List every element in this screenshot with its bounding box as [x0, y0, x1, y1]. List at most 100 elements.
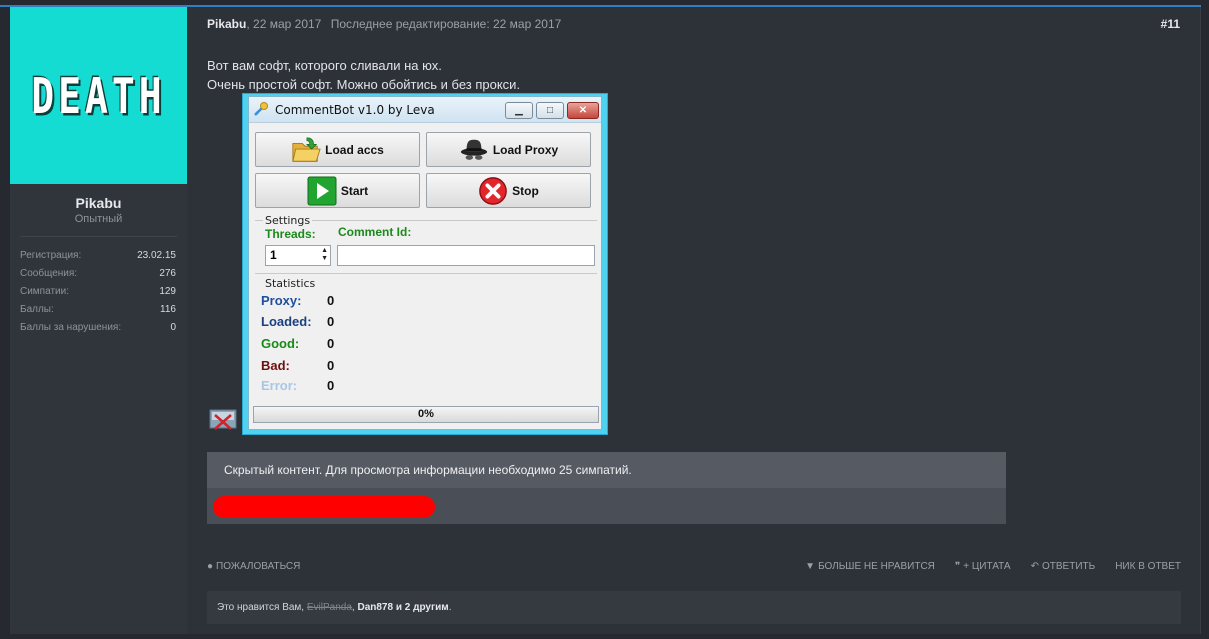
likes-end: . — [448, 602, 452, 613]
stat-value: 0 — [327, 378, 335, 393]
reply-icon: ↶ — [1030, 561, 1039, 572]
start-button[interactable]: Start — [255, 173, 420, 208]
post-body: Вот вам софт, которого сливали на юх. Оч… — [207, 56, 520, 94]
stat-error: Error: 0 — [261, 378, 334, 393]
load-proxy-label: Load Proxy — [492, 142, 559, 157]
stat-label: Bad: — [261, 358, 290, 373]
play-icon — [307, 176, 337, 206]
actions-right: ▼ БОЛЬШЕ НЕ НРАВИТСЯ ❞ + ЦИТАТА ↶ ОТВЕТИТЬ … — [805, 561, 1181, 572]
stat-value: 0 — [170, 322, 176, 333]
threads-label: Threads: — [265, 227, 316, 241]
minimize-button[interactable]: ▁ — [505, 102, 533, 119]
stat-value: 116 — [160, 304, 176, 315]
hidden-content-block: Скрытый контент. Для просмотра информаци… — [207, 452, 1006, 524]
like-user-link[interactable]: Dan878 — [357, 602, 393, 613]
stop-label: Stop — [512, 183, 539, 198]
reply-link[interactable]: ↶ ОТВЕТИТЬ — [1031, 561, 1096, 572]
stat-value[interactable]: 276 — [159, 265, 176, 283]
dislike-label: БОЛЬШЕ НЕ НРАВИТСЯ — [818, 561, 935, 572]
stat-label: Баллы за нарушения: — [20, 322, 122, 333]
progress-bar: 0% — [253, 406, 599, 423]
user-sidebar: DEATH Pikabu Опытный Регистрация: 23.02.1… — [10, 7, 187, 634]
stop-icon — [478, 176, 508, 206]
app-titlebar: CommentBot v1.0 by Leva ▁ □ ✕ — [249, 97, 601, 123]
stop-button[interactable]: Stop — [426, 173, 591, 208]
stat-label: Регистрация: — [20, 250, 82, 261]
threads-stepper[interactable]: 1 ▲ ▼ — [265, 245, 331, 266]
post-date[interactable]: , 22 мар 2017 — [246, 17, 321, 31]
comment-id-label: Comment Id: — [338, 225, 412, 239]
avatar[interactable]: DEATH — [10, 7, 187, 184]
stat-loaded: Loaded: 0 — [261, 314, 334, 329]
stat-value: 0 — [327, 314, 335, 329]
hidden-content-notice: Скрытый контент. Для просмотра информаци… — [207, 452, 1006, 488]
username[interactable]: Pikabu — [10, 195, 187, 211]
start-label: Start — [340, 183, 369, 198]
stat-row: Баллы: 116 — [20, 301, 176, 319]
close-button[interactable]: ✕ — [567, 102, 599, 119]
nick-reply-link[interactable]: НИК В ОТВЕТ — [1115, 561, 1181, 572]
progress-text: 0% — [418, 408, 434, 420]
spy-hat-icon — [459, 135, 489, 165]
load-accs-button[interactable]: Load accs — [255, 132, 420, 167]
app-screenshot[interactable]: CommentBot v1.0 by Leva ▁ □ ✕ Load accs — [242, 93, 608, 435]
comment-id-input[interactable] — [337, 245, 595, 266]
post-number-link[interactable]: #11 — [1161, 17, 1180, 31]
stat-label: Симпатии: — [20, 286, 69, 297]
reply-label: ОТВЕТИТЬ — [1042, 561, 1096, 572]
load-proxy-button[interactable]: Load Proxy — [426, 132, 591, 167]
stat-row: Симпатии: 129 — [20, 283, 176, 301]
report-label: ПОЖАЛОВАТЬСЯ — [216, 561, 301, 572]
stat-label: Proxy: — [261, 293, 302, 308]
stat-label: Сообщения: — [20, 268, 78, 279]
key-icon — [254, 102, 268, 116]
stat-good: Good: 0 — [261, 336, 334, 351]
post-line: Вот вам софт, которого сливали на юх. — [207, 58, 442, 73]
quote-icon: ❞ — [954, 561, 961, 572]
dislike-link[interactable]: ▼ БОЛЬШЕ НЕ НРАВИТСЯ — [805, 561, 935, 572]
stat-label: Loaded: — [261, 314, 312, 329]
user-title: Опытный — [74, 213, 123, 225]
stat-value: 129 — [159, 286, 176, 297]
stat-label: Good: — [261, 336, 300, 351]
thumbs-down-icon: ▼ — [805, 561, 816, 572]
divider — [20, 236, 177, 237]
stat-row: Баллы за нарушения: 0 — [20, 319, 176, 337]
stat-row: Регистрация: 23.02.15 — [20, 247, 176, 265]
nick-reply-label: НИК В ОТВЕТ — [1115, 561, 1181, 572]
likes-others-link[interactable]: 2 другим — [405, 602, 449, 613]
likes-and: и — [393, 602, 405, 613]
report-link[interactable]: ● ПОЖАЛОВАТЬСЯ — [207, 561, 300, 572]
like-user-link[interactable]: EvilPanda — [307, 602, 352, 613]
stepper-arrows-icon[interactable]: ▲ ▼ — [321, 247, 328, 263]
load-accs-label: Load accs — [325, 142, 384, 157]
user-stats: Регистрация: 23.02.15 Сообщения: 276 Симпа… — [20, 247, 176, 337]
maximize-button[interactable]: □ — [536, 102, 564, 119]
likes-prefix: Это нравится Вам, — [217, 602, 307, 613]
post-author-link[interactable]: Pikabu — [207, 17, 246, 31]
avatar-text: DEATH — [31, 66, 166, 125]
stat-proxy: Proxy: 0 — [261, 293, 334, 308]
threads-value: 1 — [270, 248, 277, 262]
app-window: CommentBot v1.0 by Leva ▁ □ ✕ Load accs — [248, 96, 602, 430]
stat-value: 0 — [327, 293, 335, 308]
stat-value: 0 — [327, 358, 335, 373]
redaction-mark — [213, 496, 435, 518]
stat-value: 23.02.15 — [137, 250, 176, 261]
warning-icon: ● — [207, 561, 214, 572]
quote-link[interactable]: ❞ + ЦИТАТА — [955, 561, 1011, 572]
post-line: Очень простой софт. Можно обойтись и без… — [207, 77, 521, 92]
statistics-label: Statistics — [263, 277, 318, 290]
stat-row: Сообщения: 276 — [20, 265, 176, 283]
quote-label: + ЦИТАТА — [963, 561, 1011, 572]
stat-label: Error: — [261, 378, 298, 393]
settings-label: Settings — [263, 214, 313, 227]
statistics-group — [255, 273, 597, 395]
app-title: CommentBot v1.0 by Leva — [275, 103, 435, 117]
broken-image-icon[interactable] — [209, 409, 237, 431]
post-actions: ● ПОЖАЛОВАТЬСЯ ▼ БОЛЬШЕ НЕ НРАВИТСЯ ❞ + ЦИТ… — [207, 561, 1181, 575]
likes-bar: Это нравится Вам, EvilPanda, Dan878 и 2 … — [207, 591, 1181, 624]
stat-label: Баллы: — [20, 304, 54, 315]
post-edited: Последнее редактирование: 22 мар 2017 — [330, 17, 562, 31]
post-meta: Pikabu, 22 мар 2017 Последнее редактиров… — [207, 17, 561, 31]
